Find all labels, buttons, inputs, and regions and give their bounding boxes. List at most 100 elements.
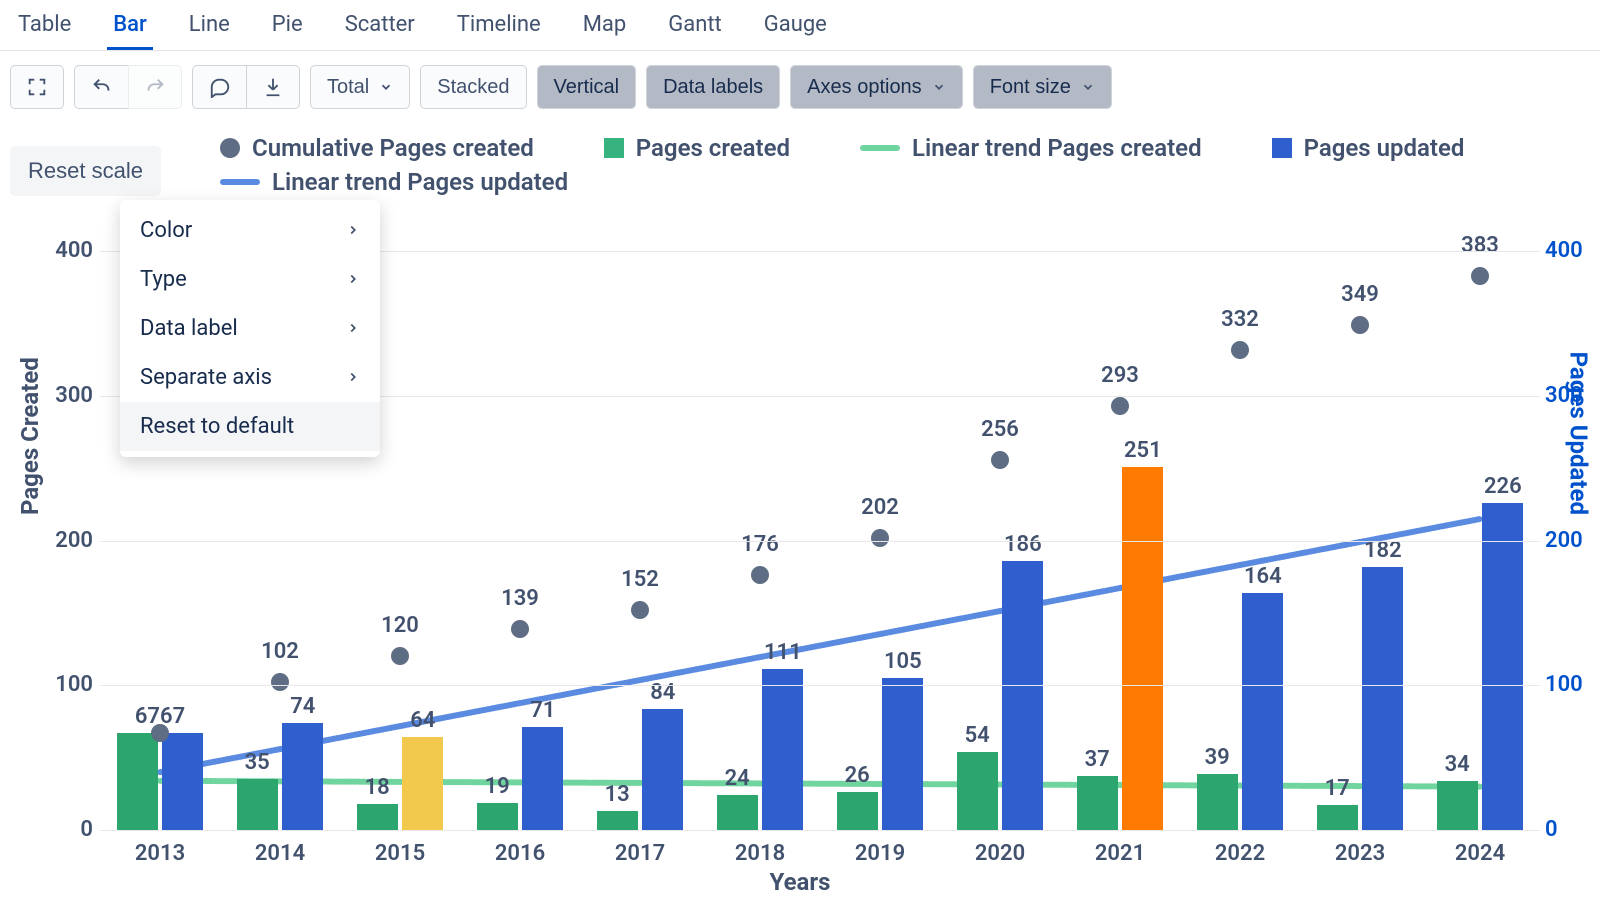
bar-pages-updated[interactable] [282, 723, 323, 830]
chevron-right-icon [346, 316, 360, 341]
cumulative-point[interactable] [1231, 341, 1249, 359]
chart-column[interactable]: 37251293 [1060, 208, 1180, 830]
bar-pages-created[interactable] [1317, 805, 1358, 830]
legend-label: Linear trend Pages updated [272, 168, 568, 196]
bar-pages-created[interactable] [717, 795, 758, 830]
bar-pages-created[interactable] [837, 792, 878, 830]
fullscreen-button[interactable] [10, 65, 64, 109]
x-tick: 2014 [220, 841, 340, 866]
bar-pages-created[interactable] [477, 803, 518, 830]
bar-pages-created[interactable] [957, 752, 998, 830]
stacked-toggle[interactable]: Stacked [420, 65, 526, 109]
data-label: 74 [273, 694, 333, 719]
ctx-separate-axis[interactable]: Separate axis [120, 353, 380, 402]
cumulative-point[interactable] [1471, 267, 1489, 285]
cumulative-point[interactable] [1111, 397, 1129, 415]
data-label: 13 [587, 782, 647, 807]
legend-pages-updated[interactable]: Pages updated [1272, 134, 1465, 162]
bar-pages-updated[interactable] [642, 709, 683, 831]
x-tick: 2023 [1300, 841, 1420, 866]
vertical-toggle[interactable]: Vertical [537, 65, 637, 109]
bar-pages-created[interactable] [1437, 781, 1478, 830]
tab-map[interactable]: Map [577, 8, 633, 50]
ctx-label: Type [140, 267, 187, 292]
bar-pages-created[interactable] [1077, 776, 1118, 830]
axes-options-dropdown[interactable]: Axes options [790, 65, 963, 109]
bar-pages-updated[interactable] [1482, 503, 1523, 830]
cumulative-point[interactable] [511, 620, 529, 638]
ctx-reset[interactable]: Reset to default [120, 402, 380, 451]
data-label: 120 [381, 613, 419, 638]
cumulative-point[interactable] [151, 724, 169, 742]
y-right-tick: 100 [1545, 672, 1600, 697]
download-icon [262, 76, 284, 98]
dash-icon [860, 145, 900, 151]
legend-pages-created[interactable]: Pages created [604, 134, 790, 162]
chart-column[interactable]: 26105202 [820, 208, 940, 830]
tab-gantt[interactable]: Gantt [662, 8, 728, 50]
redo-button[interactable] [128, 65, 182, 109]
bar-pages-updated[interactable] [1362, 567, 1403, 830]
tab-timeline[interactable]: Timeline [451, 8, 547, 50]
cumulative-point[interactable] [991, 451, 1009, 469]
x-tick: 2022 [1180, 841, 1300, 866]
ctx-data-label[interactable]: Data label [120, 304, 380, 353]
chevron-down-icon [1081, 80, 1095, 94]
legend-trend-updated[interactable]: Linear trend Pages updated [220, 168, 568, 196]
chart-column[interactable]: 54186256 [940, 208, 1060, 830]
annotate-button[interactable] [192, 65, 246, 109]
bar-pages-updated[interactable] [402, 737, 443, 830]
export-button[interactable] [246, 65, 300, 109]
cumulative-point[interactable] [391, 647, 409, 665]
cumulative-point[interactable] [631, 601, 649, 619]
data-label: 256 [981, 417, 1019, 442]
data-label: 111 [753, 640, 813, 665]
y-left-tick: 200 [38, 528, 93, 553]
tab-gauge[interactable]: Gauge [758, 8, 833, 50]
cumulative-point[interactable] [1351, 316, 1369, 334]
tab-bar[interactable]: Bar [107, 8, 153, 50]
undo-button[interactable] [74, 65, 128, 109]
bar-pages-updated[interactable] [1122, 467, 1163, 830]
tab-line[interactable]: Line [183, 8, 236, 50]
ctx-type[interactable]: Type [120, 255, 380, 304]
legend-label: Linear trend Pages created [912, 134, 1202, 162]
bar-pages-updated[interactable] [882, 678, 923, 830]
bar-pages-updated[interactable] [762, 669, 803, 830]
data-labels-toggle[interactable]: Data labels [646, 65, 780, 109]
chart-column[interactable]: 34226383 [1420, 208, 1540, 830]
cumulative-point[interactable] [271, 673, 289, 691]
bar-pages-updated[interactable] [162, 733, 203, 830]
tab-pie[interactable]: Pie [266, 8, 309, 50]
bar-pages-created[interactable] [117, 733, 158, 830]
bar-pages-created[interactable] [237, 779, 278, 830]
data-label: 293 [1101, 363, 1139, 388]
chart-column[interactable]: 39164332 [1180, 208, 1300, 830]
bar-pages-updated[interactable] [1002, 561, 1043, 830]
chart-column[interactable]: 1971139 [460, 208, 580, 830]
chart-column[interactable]: 1384152 [580, 208, 700, 830]
ctx-label: Color [140, 218, 192, 243]
cumulative-point[interactable] [751, 566, 769, 584]
bar-pages-created[interactable] [597, 811, 638, 830]
bar-pages-updated[interactable] [1242, 593, 1283, 830]
bar-pages-updated[interactable] [522, 727, 563, 830]
legend-trend-created[interactable]: Linear trend Pages created [860, 134, 1202, 162]
bar-pages-created[interactable] [1197, 774, 1238, 830]
tab-table[interactable]: Table [12, 8, 77, 50]
ctx-color[interactable]: Color [120, 206, 380, 255]
chevron-right-icon [346, 267, 360, 292]
tab-scatter[interactable]: Scatter [339, 8, 421, 50]
legend-cumulative[interactable]: Cumulative Pages created [220, 134, 534, 162]
cumulative-point[interactable] [871, 529, 889, 547]
data-labels-label: Data labels [663, 76, 763, 99]
font-size-dropdown[interactable]: Font size [973, 65, 1112, 109]
bar-pages-created[interactable] [357, 804, 398, 830]
chart-column[interactable]: 24111176 [700, 208, 820, 830]
total-dropdown[interactable]: Total [310, 65, 410, 109]
x-axis-title: Years [769, 868, 830, 896]
chart-column[interactable]: 17182349 [1300, 208, 1420, 830]
y-right-tick: 0 [1545, 817, 1600, 842]
x-tick: 2017 [580, 841, 700, 866]
y-left-tick: 100 [38, 672, 93, 697]
